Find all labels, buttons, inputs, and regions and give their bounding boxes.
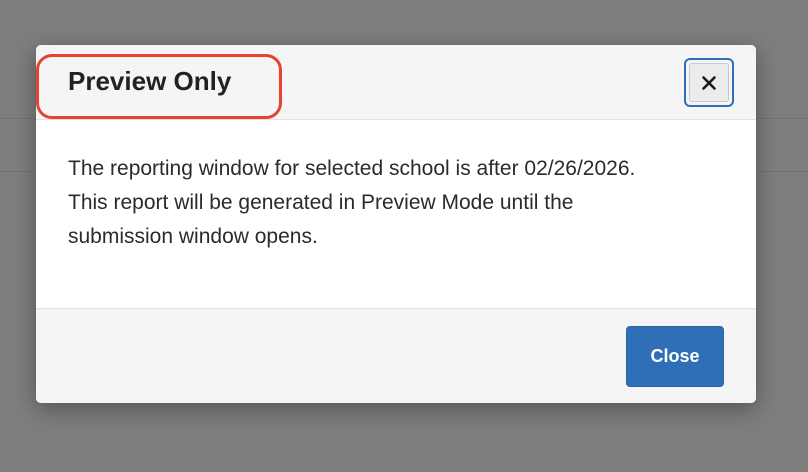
close-button[interactable]: Close <box>626 326 724 387</box>
dialog-message: The reporting window for selected school… <box>68 152 728 254</box>
dialog-footer: Close <box>36 308 756 403</box>
message-line-1: The reporting window for selected school… <box>68 157 636 180</box>
close-icon <box>689 63 729 102</box>
preview-only-dialog: Preview Only The reporting window for se… <box>36 45 756 403</box>
message-line-2: This report will be generated in Preview… <box>68 191 574 214</box>
dialog-header: Preview Only <box>36 45 756 120</box>
dialog-title: Preview Only <box>68 66 232 96</box>
close-x-button[interactable] <box>684 58 734 107</box>
message-line-3: submission window opens. <box>68 225 318 248</box>
